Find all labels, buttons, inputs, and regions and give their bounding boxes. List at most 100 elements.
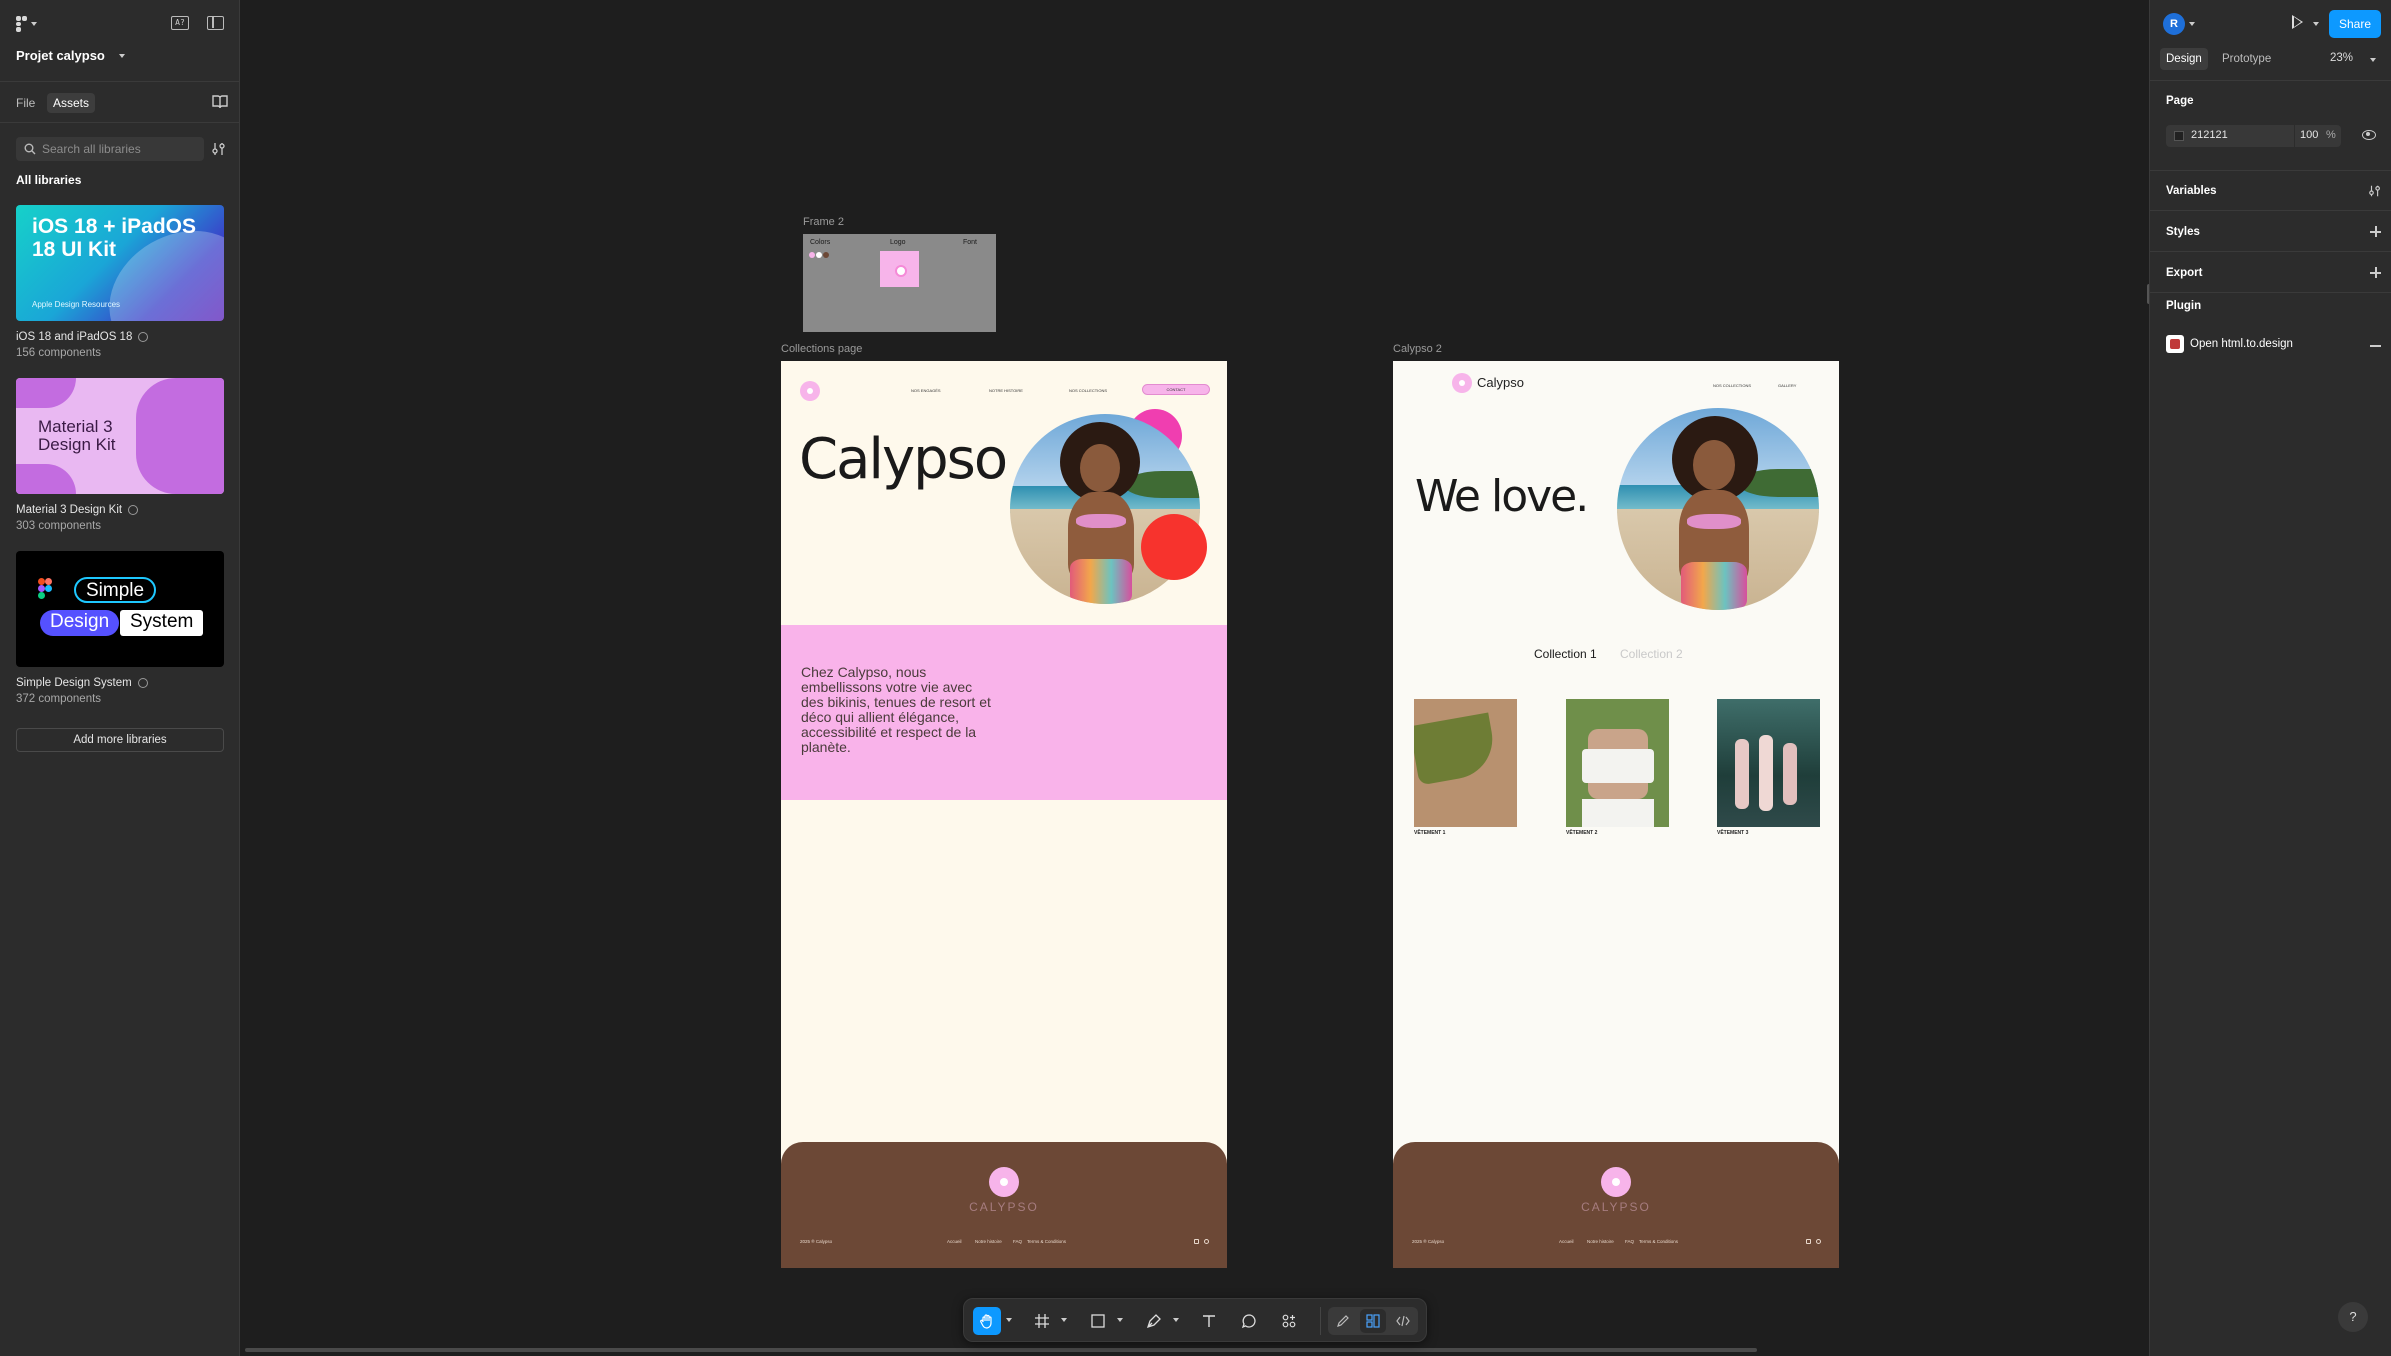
page-background-field[interactable]: 212121 100 % bbox=[2166, 125, 2341, 147]
toggle-sidebar-icon[interactable] bbox=[207, 16, 224, 30]
plugin-item[interactable]: Open html.to.design bbox=[2166, 335, 2293, 353]
filter-settings-icon[interactable] bbox=[211, 141, 227, 157]
frame-label-calypso2[interactable]: Calypso 2 bbox=[1393, 343, 1442, 355]
main-menu-button[interactable] bbox=[16, 14, 46, 34]
frame2[interactable]: Colors Logo Font bbox=[803, 234, 996, 332]
variables-title: Variables bbox=[2166, 185, 2217, 197]
variables-section: Variables bbox=[2150, 170, 2391, 210]
shape-tool-button[interactable] bbox=[1084, 1307, 1112, 1335]
add-export-icon[interactable] bbox=[2370, 267, 2381, 278]
mode-toggle-group bbox=[1328, 1307, 1418, 1335]
color-swatch bbox=[823, 252, 829, 258]
library-card-ios[interactable]: iOS 18 + iPadOS 18 UI Kit Apple Design R… bbox=[16, 205, 224, 359]
collections-page-frame[interactable]: NOS ENGAGÉS NOTRE HISTOIRE NOS COLLECTIO… bbox=[781, 361, 1227, 1268]
styles-title: Styles bbox=[2166, 226, 2200, 238]
frame2-font-label: Font bbox=[963, 239, 978, 246]
pen-tool-button[interactable] bbox=[1140, 1307, 1168, 1335]
avatar[interactable]: R bbox=[2163, 13, 2185, 35]
comment-tool-button[interactable] bbox=[1235, 1307, 1263, 1335]
comment-icon bbox=[1241, 1314, 1256, 1329]
draw-mode-button[interactable] bbox=[1330, 1309, 1356, 1333]
library-card-material[interactable]: Material 3 Design Kit Material 3 Design … bbox=[16, 378, 224, 532]
hero-title: Calypso bbox=[799, 427, 1008, 492]
facebook-icon bbox=[1816, 1239, 1821, 1244]
frame-label-frame2[interactable]: Frame 2 bbox=[803, 216, 844, 228]
thumbnail-word: Design bbox=[40, 610, 120, 636]
chevron-down-icon[interactable] bbox=[1173, 1318, 1179, 1322]
instagram-icon bbox=[1806, 1239, 1811, 1244]
library-name: Material 3 Design Kit bbox=[16, 504, 123, 516]
site-logo bbox=[1452, 373, 1472, 393]
thumbnail-title: Material 3 Design Kit bbox=[38, 417, 116, 454]
present-play-icon[interactable] bbox=[2292, 15, 2303, 29]
collection-tab-1: Collection 1 bbox=[1534, 647, 1597, 661]
library-thumbnail: Material 3 Design Kit bbox=[16, 378, 224, 494]
hero-photo bbox=[1617, 408, 1819, 610]
frame-icon bbox=[1035, 1314, 1049, 1328]
library-count: 156 components bbox=[16, 347, 102, 359]
site-footer: CALYPSO 2025 ® Calypso Accueil Notre his… bbox=[781, 1142, 1227, 1268]
hand-icon bbox=[980, 1314, 992, 1329]
text-icon bbox=[1203, 1315, 1215, 1327]
plugin-name: Open html.to.design bbox=[2190, 338, 2293, 350]
design-mode-button[interactable] bbox=[1360, 1309, 1386, 1333]
ai-tools-icon[interactable]: A? bbox=[171, 16, 189, 30]
chevron-down-icon[interactable] bbox=[1006, 1318, 1012, 1322]
share-button[interactable]: Share bbox=[2329, 10, 2381, 38]
horizontal-scrollbar[interactable] bbox=[245, 1348, 1757, 1352]
chevron-down-icon bbox=[118, 53, 125, 58]
color-swatch bbox=[816, 252, 822, 258]
hand-tool-button[interactable] bbox=[973, 1307, 1001, 1335]
thumbnail-word: System bbox=[120, 610, 204, 636]
color-swatch bbox=[809, 252, 815, 258]
add-style-icon[interactable] bbox=[2370, 226, 2381, 237]
nav-link: NOTRE HISTOIRE bbox=[989, 388, 1023, 393]
page-opacity[interactable]: 100 bbox=[2300, 129, 2318, 141]
footer-brand: CALYPSO bbox=[969, 1200, 1039, 1214]
code-icon bbox=[1396, 1315, 1410, 1327]
project-name[interactable]: Projet calypso bbox=[16, 48, 125, 63]
hero-title: We love. bbox=[1415, 471, 1589, 522]
chevron-down-icon[interactable] bbox=[2189, 22, 2195, 26]
draw-icon bbox=[1337, 1315, 1349, 1327]
dev-mode-button[interactable] bbox=[1390, 1309, 1416, 1333]
chevron-down-icon[interactable] bbox=[1117, 1318, 1123, 1322]
canvas[interactable]: Frame 2 Colors Logo Font Collections pag… bbox=[241, 0, 2149, 1356]
text-tool-button[interactable] bbox=[1195, 1307, 1223, 1335]
library-count: 372 components bbox=[16, 693, 102, 705]
help-button[interactable]: ? bbox=[2338, 1302, 2368, 1332]
remove-plugin-icon[interactable] bbox=[2370, 345, 2381, 347]
tab-file[interactable]: File bbox=[10, 93, 41, 113]
add-more-libraries-button[interactable]: Add more libraries bbox=[16, 728, 224, 752]
design-mode-icon bbox=[1366, 1314, 1380, 1328]
tab-design[interactable]: Design bbox=[2160, 48, 2208, 70]
figma-logo-icon bbox=[38, 578, 52, 599]
page-color-hex[interactable]: 212121 bbox=[2191, 129, 2228, 141]
variables-settings-icon[interactable] bbox=[2368, 184, 2382, 198]
frame-tool-button[interactable] bbox=[1028, 1307, 1056, 1335]
plugin-icon bbox=[2166, 335, 2184, 353]
footer-link: Terms & Conditions bbox=[1639, 1239, 1679, 1244]
left-panel-header: A? Projet calypso bbox=[0, 0, 240, 82]
library-book-icon[interactable] bbox=[212, 95, 228, 109]
search-input[interactable] bbox=[42, 142, 192, 156]
color-swatch[interactable] bbox=[2174, 131, 2184, 141]
product-label: VÊTEMENT 1 bbox=[1414, 830, 1446, 836]
library-card-simple[interactable]: Simple Design System Simple Design Syste… bbox=[16, 551, 224, 705]
linked-library-icon bbox=[128, 505, 139, 515]
tab-prototype[interactable]: Prototype bbox=[2216, 48, 2277, 70]
eye-icon[interactable] bbox=[2362, 130, 2376, 140]
chevron-down-icon[interactable] bbox=[1061, 1318, 1067, 1322]
chevron-down-icon[interactable] bbox=[2370, 58, 2376, 62]
right-panel: R Share Design Prototype 23% Page 212121… bbox=[2149, 0, 2391, 1356]
left-panel: A? Projet calypso File Assets Search all… bbox=[0, 0, 240, 1356]
frame-label-collections[interactable]: Collections page bbox=[781, 343, 862, 355]
library-thumbnail: Simple Design System bbox=[16, 551, 224, 667]
tab-assets[interactable]: Assets bbox=[47, 93, 96, 113]
toolbar-divider bbox=[1320, 1307, 1321, 1335]
actions-tool-button[interactable] bbox=[1275, 1307, 1303, 1335]
calypso2-frame[interactable]: Calypso NOS COLLECTIONS GALLERY We love.… bbox=[1393, 361, 1839, 1268]
zoom-level[interactable]: 23% bbox=[2330, 52, 2353, 64]
chevron-down-icon[interactable] bbox=[2313, 22, 2319, 26]
library-search[interactable] bbox=[16, 137, 204, 161]
